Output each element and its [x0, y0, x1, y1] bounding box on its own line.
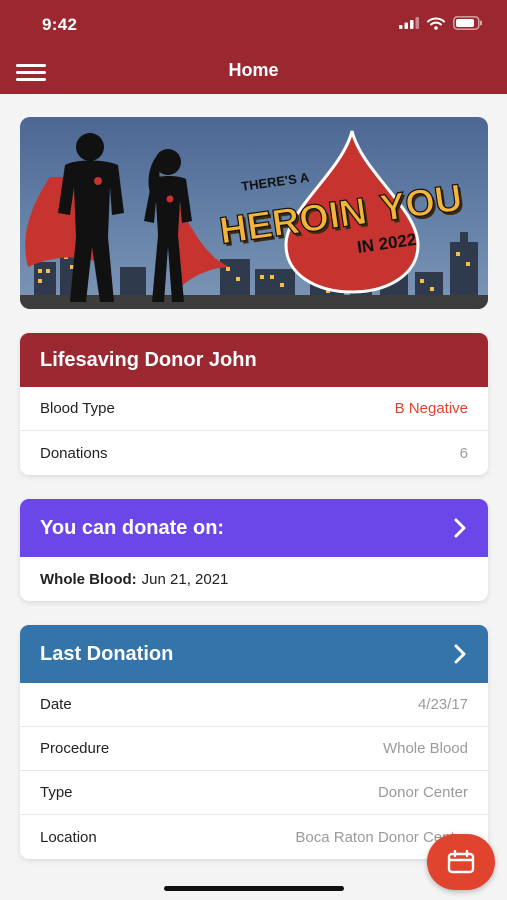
whole-blood-label: Whole Blood:: [40, 570, 137, 588]
date-label: Date: [40, 696, 72, 713]
status-time: 9:42: [42, 15, 78, 34]
donate-card-header[interactable]: You can donate on:: [20, 499, 488, 557]
donations-count-row: Donations 6: [20, 431, 488, 475]
hero-text-line1: THERE'S A: [240, 170, 310, 194]
donor-card-header: Lifesaving Donor John: [20, 333, 488, 387]
home-indicator[interactable]: [164, 886, 344, 891]
home-content: THERE'S A HERO HERO IN IN YOU YOU IN 202…: [20, 117, 488, 859]
type-row: Type Donor Center: [20, 771, 488, 815]
type-value: Donor Center: [377, 784, 468, 801]
donor-name-title: Lifesaving Donor John: [40, 348, 257, 371]
battery-icon: [453, 16, 482, 30]
location-row: Location Boca Raton Donor Center: [20, 815, 488, 859]
last-donation-date-row: Date 4/23/17: [20, 683, 488, 727]
whole-blood-date: Jun 21, 2021: [141, 570, 229, 588]
status-icons: [399, 16, 483, 30]
calendar-icon: [447, 850, 475, 874]
blood-type-value: B Negative: [394, 400, 468, 417]
last-donation-header[interactable]: Last Donation: [20, 625, 488, 683]
blood-type-row: Blood Type B Negative: [20, 387, 488, 431]
donate-eligibility-card[interactable]: You can donate on: Whole Blood: Jun 21, …: [20, 499, 488, 601]
chevron-right-icon[interactable]: [452, 518, 468, 538]
procedure-label: Procedure: [40, 740, 110, 757]
hero-banner: THERE'S A HERO HERO IN IN YOU YOU IN 202…: [20, 117, 488, 309]
blood-type-label: Blood Type: [40, 400, 115, 417]
whole-blood-eligibility-row: Whole Blood: Jun 21, 2021: [20, 557, 488, 601]
top-app-bar: 9:42 Home: [0, 0, 507, 94]
wifi-icon: [427, 17, 445, 30]
date-value: 4/23/17: [417, 696, 468, 713]
donate-card-title: You can donate on:: [40, 516, 225, 539]
donor-info-card: Lifesaving Donor John Blood Type B Negat…: [20, 333, 488, 475]
type-label: Type: [40, 784, 73, 801]
procedure-value: Whole Blood: [382, 740, 468, 757]
schedule-appointment-button[interactable]: [427, 834, 495, 890]
procedure-row: Procedure Whole Blood: [20, 727, 488, 771]
hero-text-in: IN: [326, 191, 369, 238]
donations-label: Donations: [40, 444, 108, 462]
page-title: Home: [228, 60, 279, 80]
donations-count-value: 6: [459, 444, 468, 462]
last-donation-card[interactable]: Last Donation Date 4/23/17 Procedure Who…: [20, 625, 488, 859]
hero-banner-art: THERE'S A HERO HERO IN IN YOU YOU IN 202…: [20, 130, 488, 309]
location-label: Location: [40, 828, 97, 846]
last-donation-title: Last Donation: [40, 642, 174, 665]
cellular-signal-icon: [399, 17, 419, 29]
chevron-right-icon[interactable]: [452, 644, 468, 664]
